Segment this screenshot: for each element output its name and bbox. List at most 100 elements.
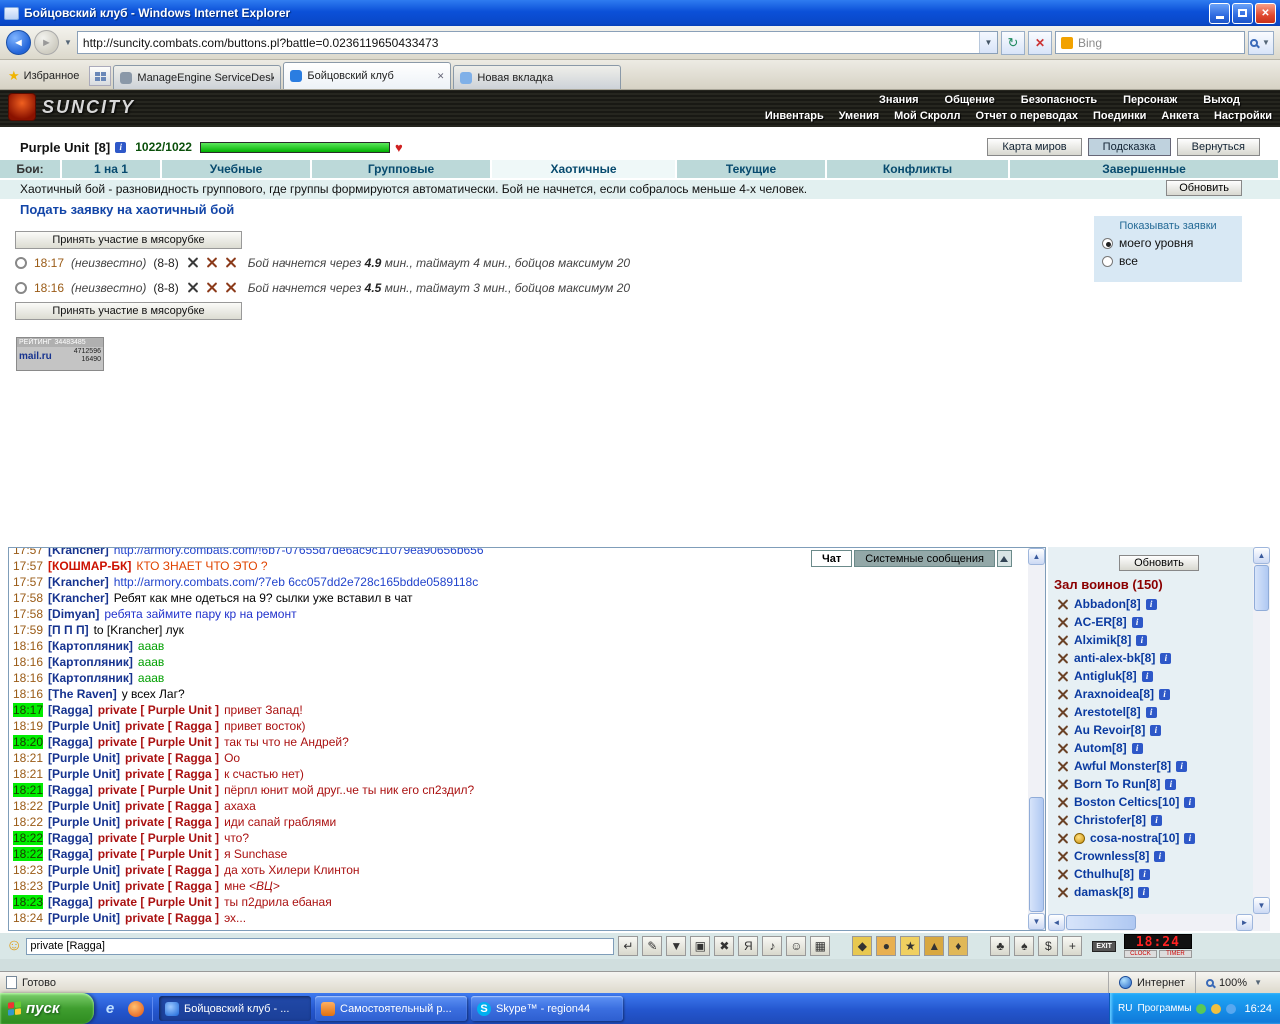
warrior-name[interactable]: Alximik[8] <box>1074 633 1131 647</box>
chat-input[interactable] <box>26 937 615 955</box>
attack-icon[interactable] <box>1056 850 1069 863</box>
antivirus-tray-icon[interactable] <box>1196 1003 1207 1014</box>
minimize-button[interactable] <box>1209 2 1230 24</box>
info-icon[interactable]: i <box>1131 616 1143 628</box>
scroll-down-icon[interactable]: ▼ <box>1028 913 1045 930</box>
shop-icon[interactable]: ◆ <box>852 936 873 956</box>
taskbar-item[interactable]: Бойцовский клуб - ... <box>159 996 311 1021</box>
attack-icon[interactable] <box>1056 868 1069 881</box>
url-field[interactable]: http://suncity.combats.com/buttons.pl?ba… <box>76 31 998 54</box>
attack-icon[interactable] <box>1056 598 1069 611</box>
filter-option[interactable]: моего уровня <box>1102 236 1234 250</box>
attack-icon[interactable] <box>1056 814 1069 827</box>
settings-icon[interactable]: + <box>1062 936 1083 956</box>
attack-icon[interactable] <box>1056 616 1069 629</box>
warrior-name[interactable]: Cthulhu[8] <box>1074 867 1134 881</box>
chat-user[interactable]: [Purple Unit] <box>48 767 120 781</box>
info-icon[interactable]: i <box>1150 724 1162 736</box>
game-nav-link[interactable]: Инвентарь <box>765 110 824 122</box>
battle-tab[interactable]: Групповые <box>312 160 492 178</box>
photo-icon[interactable]: ▦ <box>810 936 831 956</box>
warrior-name[interactable]: Boston Celtics[10] <box>1074 795 1179 809</box>
search-dropdown-icon[interactable]: ▼ <box>1260 38 1272 47</box>
smiley-icon[interactable]: ☺ <box>6 938 22 954</box>
scroll-up-icon[interactable]: ▲ <box>1028 548 1045 565</box>
filter-option[interactable]: все <box>1102 254 1234 268</box>
ignore-icon[interactable]: ✖ <box>714 936 735 956</box>
radio-icon[interactable] <box>1102 237 1113 249</box>
attack-icon[interactable] <box>1056 724 1069 737</box>
browser-tab[interactable]: Новая вкладка <box>453 65 622 89</box>
tab-close-icon[interactable]: ✕ <box>437 71 445 82</box>
warrior-name[interactable]: anti-alex-bk[8] <box>1074 651 1155 665</box>
battle-refresh-icon[interactable] <box>15 256 27 269</box>
chat-user[interactable]: [Картопляник] <box>48 639 133 653</box>
clan-services-icon[interactable]: ♣ <box>990 936 1011 956</box>
filter-icon[interactable]: ▼ <box>666 936 687 956</box>
smiles-icon[interactable]: ☺ <box>786 936 807 956</box>
chat-user[interactable]: [Purple Unit] <box>48 863 120 877</box>
info-icon[interactable]: i <box>1165 778 1177 790</box>
info-icon[interactable]: i <box>1136 634 1148 646</box>
chat-user[interactable]: [Purple Unit] <box>48 911 120 925</box>
warriors-hscrollbar[interactable]: ◄ ► <box>1048 914 1253 931</box>
save-icon[interactable]: ▣ <box>690 936 711 956</box>
warrior-name[interactable]: AC-ER[8] <box>1074 615 1127 629</box>
zoom-control[interactable]: 100% ▼ <box>1194 972 1274 993</box>
warrior-name[interactable]: Arestotel[8] <box>1074 705 1141 719</box>
chat-tab[interactable]: Системные сообщения <box>854 550 995 567</box>
back-button[interactable]: ◄ <box>6 30 31 55</box>
battle-tab[interactable]: Завершенные <box>1010 160 1280 178</box>
chat-user[interactable]: [Purple Unit] <box>48 815 120 829</box>
forward-button[interactable]: ► <box>34 30 59 55</box>
info-icon[interactable]: i <box>1141 670 1153 682</box>
warrior-name[interactable]: Autom[8] <box>1074 741 1127 755</box>
mailru-rating-badge[interactable]: РЕЙТИНГ 34483485 mail.ru 4712596 16490 <box>16 337 104 371</box>
close-button[interactable]: ✕ <box>1255 2 1276 24</box>
suncity-logo[interactable]: SUNCITY <box>8 93 135 121</box>
warrior-name[interactable]: Christofer[8] <box>1074 813 1146 827</box>
scroll-right-icon[interactable]: ► <box>1236 914 1253 931</box>
chat-tab[interactable]: Чат <box>811 550 853 567</box>
clock-button[interactable]: CLOCK <box>1123 950 1157 958</box>
chat-user[interactable]: [Ragga] <box>48 703 93 717</box>
potion-icon[interactable]: ● <box>876 936 897 956</box>
internet-explorer-icon[interactable]: e <box>100 999 120 1019</box>
browser-tab[interactable]: ManageEngine ServiceDesk P... <box>113 65 282 89</box>
info-icon[interactable]: i <box>1159 688 1171 700</box>
zoom-dropdown-icon[interactable]: ▼ <box>1252 978 1264 987</box>
attack-icon[interactable] <box>1056 778 1069 791</box>
game-nav-link[interactable]: Безопасность <box>1021 94 1097 106</box>
battle-tab[interactable]: Хаотичные <box>492 160 677 178</box>
chat-text[interactable]: http://armory.combats.com/!6b7-07655d7de… <box>114 548 484 557</box>
trade-icon[interactable]: $ <box>1038 936 1059 956</box>
gold-icon[interactable]: ★ <box>900 936 921 956</box>
game-nav-link[interactable]: Анкета <box>1161 110 1199 122</box>
info-icon[interactable]: i <box>1184 796 1196 808</box>
game-nav-link[interactable]: Мой Скролл <box>894 110 960 122</box>
info-icon[interactable]: i <box>1145 598 1157 610</box>
translit-icon[interactable]: Я <box>738 936 759 956</box>
chat-user[interactable]: [Ragga] <box>48 783 93 797</box>
magic-icon[interactable]: ▲ <box>924 936 945 956</box>
character-info-icon[interactable]: i <box>115 141 127 153</box>
header-button[interactable]: Карта миров <box>987 138 1082 156</box>
warriors-scrollbar[interactable]: ▲ ▼ <box>1253 547 1270 914</box>
chat-user[interactable]: [Dimyan] <box>48 607 99 621</box>
attack-icon[interactable] <box>1056 634 1069 647</box>
attack-icon[interactable] <box>1056 760 1069 773</box>
attack-icon[interactable] <box>1056 706 1069 719</box>
gift-icon[interactable]: ♦ <box>948 936 969 956</box>
scroll-left-icon[interactable]: ◄ <box>1048 914 1065 931</box>
taskbar-item[interactable]: Самостоятельный р... <box>315 996 467 1021</box>
favorites-button[interactable]: ★ Избранное <box>4 68 87 89</box>
attack-icon[interactable] <box>1056 652 1069 665</box>
refresh-page-button[interactable]: ↻ <box>1001 30 1025 55</box>
stop-button[interactable]: ✕ <box>1028 30 1052 55</box>
battle-tab[interactable]: Текущие <box>677 160 827 178</box>
game-nav-link[interactable]: Настройки <box>1214 110 1272 122</box>
game-nav-link[interactable]: Выход <box>1203 94 1240 106</box>
info-icon[interactable]: i <box>1138 868 1150 880</box>
scroll-up-icon[interactable]: ▲ <box>1253 547 1270 564</box>
header-button[interactable]: Вернуться <box>1176 138 1260 156</box>
